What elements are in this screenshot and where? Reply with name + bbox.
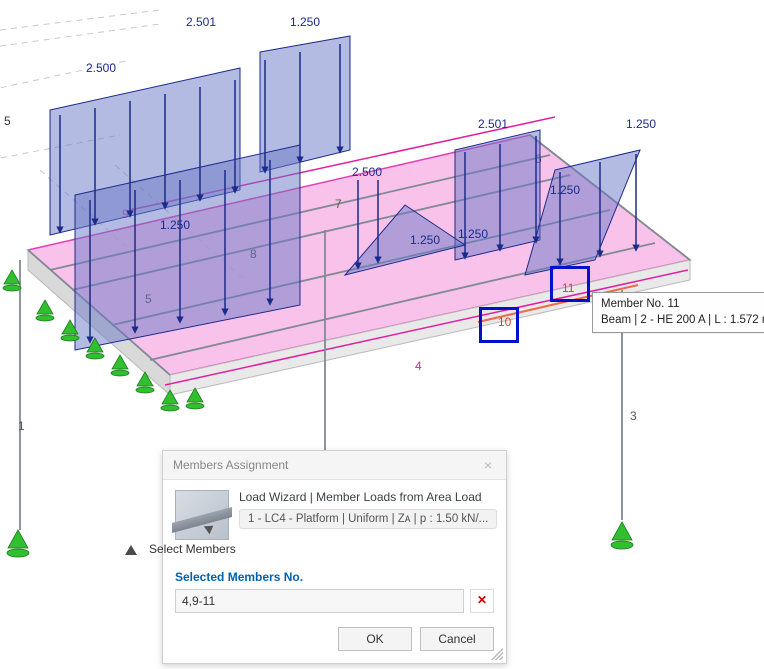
member-label-11: 11 [562, 281, 575, 295]
cancel-button[interactable]: Cancel [420, 627, 494, 651]
load-value-a: 2.501 [186, 15, 216, 29]
wizard-title: Load Wizard | Member Loads from Area Loa… [239, 490, 497, 504]
dialog-titlebar[interactable]: Members Assignment × [163, 451, 506, 480]
load-value-d: 2.501 [478, 117, 508, 131]
load-value-j: 1.250 [458, 227, 488, 241]
dialog-close-button[interactable]: × [480, 457, 496, 473]
load-value-i: 1.250 [410, 233, 440, 247]
axis-label-5: 5 [4, 114, 11, 128]
member-label-1: 1 [18, 419, 25, 433]
load-value-b: 1.250 [290, 15, 320, 29]
load-value-f: 2.500 [352, 165, 382, 179]
member-label-3: 3 [630, 409, 637, 423]
select-members-label: Select Members [149, 542, 236, 556]
member-label-10: 10 [498, 315, 512, 329]
load-value-c: 2.500 [86, 61, 116, 75]
member-label-7: 7 [335, 197, 342, 211]
tooltip-line1: Member No. 11 [601, 297, 764, 313]
clear-selection-button[interactable]: ✕ [470, 589, 494, 613]
select-mode-icon [125, 545, 137, 555]
load-value-e: 1.250 [626, 117, 656, 131]
load-descriptor-pill[interactable]: 1 - LC4 - Platform | Uniform | Zᴀ | p : … [239, 509, 497, 529]
dialog-title-text: Members Assignment [173, 458, 288, 472]
selected-members-header: Selected Members No. [175, 570, 494, 584]
beam-section-icon [175, 490, 229, 540]
dim-label-4: 4 [415, 359, 422, 373]
load-value-h: 1.250 [160, 218, 190, 232]
load-value-g: 1.250 [550, 183, 580, 197]
dialog-body: Load Wizard | Member Loads from Area Loa… [163, 480, 506, 617]
dialog-resize-grip[interactable] [491, 648, 503, 660]
member-tooltip: Member No. 11 Beam | 2 - HE 200 A | L : … [592, 292, 764, 333]
selected-members-input[interactable] [175, 589, 464, 613]
tooltip-line2: Beam | 2 - HE 200 A | L : 1.572 m [601, 313, 764, 329]
cursor-icon [204, 522, 216, 535]
ok-button[interactable]: OK [338, 627, 412, 651]
members-assignment-dialog[interactable]: Members Assignment × Load Wizard | Membe… [162, 450, 507, 664]
